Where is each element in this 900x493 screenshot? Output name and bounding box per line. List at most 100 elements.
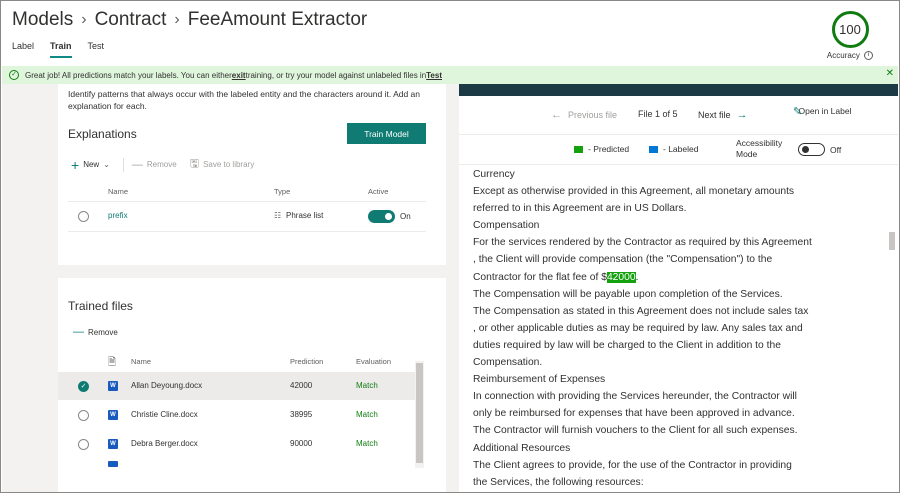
document-line: , or other applicable duties as may be r… — [473, 322, 803, 334]
document-line: The Client agrees to provide, for the us… — [473, 459, 792, 471]
table-row[interactable] — [58, 459, 416, 467]
document-line: Additional Resources — [473, 442, 571, 454]
file-name: Christie Cline.docx — [131, 410, 198, 419]
table-row[interactable]: W Debra Berger.docx 90000 Match — [58, 430, 416, 458]
column-header-name[interactable]: Name — [108, 187, 128, 196]
explanations-card: Identify patterns that always occur with… — [58, 84, 446, 265]
row-select-radio[interactable] — [78, 410, 89, 421]
arrow-left-icon: ← — [551, 109, 562, 121]
tab-label[interactable]: Label — [12, 41, 34, 58]
save-label: Save to library — [203, 160, 255, 169]
save-to-library-button[interactable]: 🖫 Save to library — [190, 155, 255, 174]
column-header-type[interactable]: Type — [274, 187, 290, 196]
document-text: Currency Except as otherwise provided in… — [473, 166, 848, 491]
document-scrollbar-thumb[interactable] — [889, 232, 895, 250]
remove-files-button[interactable]: — Remove — [73, 326, 118, 338]
row-select-radio[interactable] — [78, 439, 89, 450]
app-window: Models › Contract › FeeAmount Extractor … — [0, 0, 900, 493]
test-link[interactable]: Test — [426, 71, 442, 80]
train-model-button[interactable]: Train Model — [347, 123, 426, 144]
chevron-right-icon: › — [81, 11, 87, 28]
accuracy-value: 100 — [839, 22, 861, 37]
file-position: File 1 of 5 — [638, 109, 678, 119]
document-line: only be reimbursed for expenses that hav… — [473, 408, 795, 420]
predicted-highlight[interactable]: 42000 — [606, 271, 636, 283]
tab-bar: Label Train Test — [12, 41, 104, 58]
breadcrumb: Models › Contract › FeeAmount Extractor — [12, 9, 367, 31]
scrollbar-thumb[interactable] — [416, 363, 423, 463]
chevron-right-icon: › — [174, 11, 180, 28]
trained-files-card: Trained files — Remove 🗎 Name Prediction… — [58, 278, 446, 492]
plus-icon: + — [71, 156, 80, 173]
file-evaluation: Match — [356, 381, 378, 390]
accessibility-mode-state: Off — [830, 145, 842, 155]
divider — [459, 164, 898, 165]
trained-files-command-bar: — Remove — [73, 326, 131, 338]
document-line: The Compensation will be payable upon co… — [473, 288, 783, 300]
file-evaluation: Match — [356, 439, 378, 448]
table-row[interactable]: ✓ W Allan Deyoung.docx 42000 Match — [58, 372, 416, 400]
info-icon[interactable]: i — [864, 51, 874, 61]
tab-train[interactable]: Train — [50, 41, 72, 58]
document-line-end: . — [635, 271, 639, 283]
divider — [459, 134, 898, 135]
legend-labeled-label: - Labeled — [663, 144, 699, 154]
breadcrumb-models[interactable]: Models — [12, 9, 73, 31]
word-document-icon: W — [108, 410, 118, 420]
document-line: duties required by law will be charged t… — [473, 339, 781, 351]
explanations-intro: Identify patterns that always occur with… — [68, 89, 421, 111]
banner-text-1: Great job! All predictions match your la… — [25, 70, 232, 80]
viewer-header-bar — [459, 84, 898, 96]
close-icon[interactable]: ✕ — [886, 68, 894, 79]
legend-predicted-label: - Predicted — [588, 144, 630, 154]
remove-button[interactable]: — Remove — [132, 159, 177, 171]
previous-file-label: Previous file — [568, 110, 618, 120]
accuracy-ring: 100 — [831, 11, 869, 48]
previous-file-button[interactable]: ← Previous file — [551, 109, 617, 121]
save-icon: 🖫 — [189, 158, 200, 170]
document-line: Currency — [473, 169, 515, 180]
open-in-label-text: Open in Label — [798, 106, 852, 116]
minus-icon: — — [73, 326, 84, 338]
divider — [68, 201, 426, 202]
divider — [68, 231, 426, 232]
legend-labeled: - Labeled — [649, 144, 698, 154]
file-prediction: 42000 — [290, 381, 313, 390]
new-label: New — [83, 160, 100, 169]
success-banner: ✓ Great job! All predictions match your … — [2, 66, 898, 84]
document-line: The Contractor will furnish vouchers to … — [473, 425, 798, 437]
document-line-with-highlight: Contractor for the flat fee of $42000. — [473, 269, 848, 286]
row-select-radio[interactable] — [78, 211, 89, 222]
page-title: FeeAmount Extractor — [187, 9, 368, 30]
exit-link[interactable]: exit — [232, 71, 246, 80]
open-edit-icon: ✎ — [793, 106, 803, 118]
open-in-label-button[interactable]: ✎ Open in Label — [793, 106, 855, 118]
checkmark-icon[interactable]: ✓ — [78, 381, 89, 392]
active-toggle[interactable] — [368, 210, 395, 223]
tab-test[interactable]: Test — [88, 41, 105, 58]
document-line-text: Contractor for the flat fee of $ — [473, 271, 607, 283]
breadcrumb-contract[interactable]: Contract — [95, 9, 167, 31]
document-line: , the Client will provide compensation (… — [473, 254, 773, 266]
new-button[interactable]: + New ⌄ — [71, 157, 110, 173]
banner-text-2: training, or try your model against unla… — [245, 70, 427, 80]
command-bar: + New ⌄ — Remove 🖫 Save to library — [71, 155, 267, 174]
accessibility-mode-label: Accessibility Mode — [736, 138, 783, 159]
trained-files-title: Trained files — [68, 299, 133, 313]
accessibility-mode-toggle[interactable] — [798, 143, 825, 156]
column-header-name[interactable]: Name — [131, 357, 151, 366]
trained-files-scrollbar[interactable] — [415, 361, 424, 468]
next-file-button[interactable]: Next file → — [698, 109, 748, 121]
column-header-evaluation[interactable]: Evaluation — [356, 357, 391, 366]
next-file-label: Next file — [698, 110, 731, 120]
document-line: referred to in this Agreement are in US … — [473, 203, 687, 215]
explanation-name-link[interactable]: prefix — [108, 211, 128, 220]
table-row[interactable]: W Christie Cline.docx 38995 Match — [58, 401, 416, 429]
labeled-swatch — [649, 145, 658, 153]
divider — [122, 157, 124, 172]
minus-icon: — — [131, 158, 143, 171]
column-header-prediction[interactable]: Prediction — [290, 357, 323, 366]
column-header-active[interactable]: Active — [368, 187, 388, 196]
legend-predicted: - Predicted — [574, 144, 629, 154]
document-line: the Services, the following resources: — [473, 476, 644, 488]
